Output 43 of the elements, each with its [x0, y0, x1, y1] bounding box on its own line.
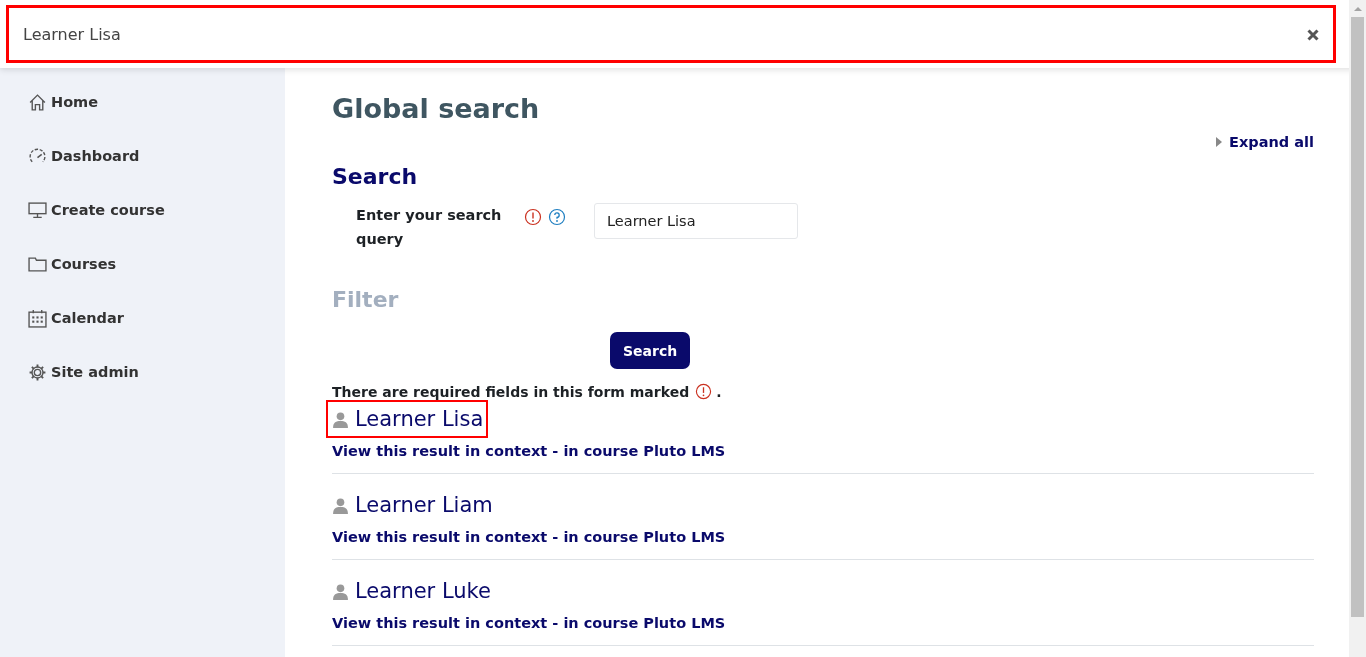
sidebar-item[interactable]: Calendar	[0, 301, 285, 355]
user-icon	[332, 496, 349, 514]
result-title-link[interactable]: Learner Luke	[326, 572, 496, 610]
required-note: There are required fields in this form marked	[332, 383, 690, 400]
user-icon	[332, 410, 349, 428]
gear-icon	[28, 362, 47, 382]
folder-icon	[28, 254, 47, 274]
sidebar-item-label[interactable]: Create course	[51, 202, 165, 218]
section-heading: Search	[332, 164, 419, 189]
sidebar-item[interactable]: Home	[0, 85, 285, 139]
sidebar-item-label[interactable]: Dashboard	[51, 148, 140, 164]
sidebar-item[interactable]: Site admin	[0, 355, 285, 409]
section-heading: Filter	[332, 287, 400, 312]
search-field[interactable]: Learner Lisa	[6, 5, 1336, 63]
search-query-field[interactable]: Learner Lisa	[594, 203, 798, 239]
home-icon	[28, 92, 47, 112]
sidebar-item-label[interactable]: Calendar	[51, 310, 124, 326]
result-title-link[interactable]: Learner Liam	[326, 486, 498, 524]
result-context-link[interactable]: View this result in context - in course Pluto LMS	[332, 615, 726, 631]
page-title: Global search	[332, 93, 541, 124]
help-icon[interactable]	[548, 208, 566, 226]
monitor-icon	[28, 200, 47, 220]
sidebar-item[interactable]: Create course	[0, 193, 285, 247]
close-icon[interactable]	[1307, 29, 1319, 41]
scroll-up-icon[interactable]	[1353, 7, 1362, 11]
result-context-link[interactable]: View this result in context - in course Pluto LMS	[332, 529, 726, 545]
sidebar-item-label[interactable]: Courses	[51, 256, 117, 272]
calendar-icon	[28, 308, 47, 328]
period-text: .	[716, 383, 722, 400]
expand-all-link[interactable]: Expand all	[1216, 134, 1314, 150]
required-icon	[695, 383, 713, 400]
sidebar-item-label[interactable]: Site admin	[51, 364, 139, 380]
sidebar-item[interactable]: Courses	[0, 247, 285, 301]
sidebar-item[interactable]: Dashboard	[0, 139, 285, 193]
result-title-link[interactable]: Learner Lisa	[326, 400, 489, 438]
scrollbar[interactable]	[1349, 0, 1366, 657]
user-icon	[332, 582, 349, 600]
result-context-link[interactable]: View this result in context - in course Pluto LMS	[332, 443, 726, 459]
caret-icon	[1216, 137, 1223, 147]
field-label: Enter your search query	[356, 206, 503, 249]
sidebar-item-label[interactable]: Home	[51, 94, 99, 110]
scrollbar-thumb[interactable]	[1351, 17, 1364, 617]
search-button[interactable]: Search	[610, 332, 691, 369]
